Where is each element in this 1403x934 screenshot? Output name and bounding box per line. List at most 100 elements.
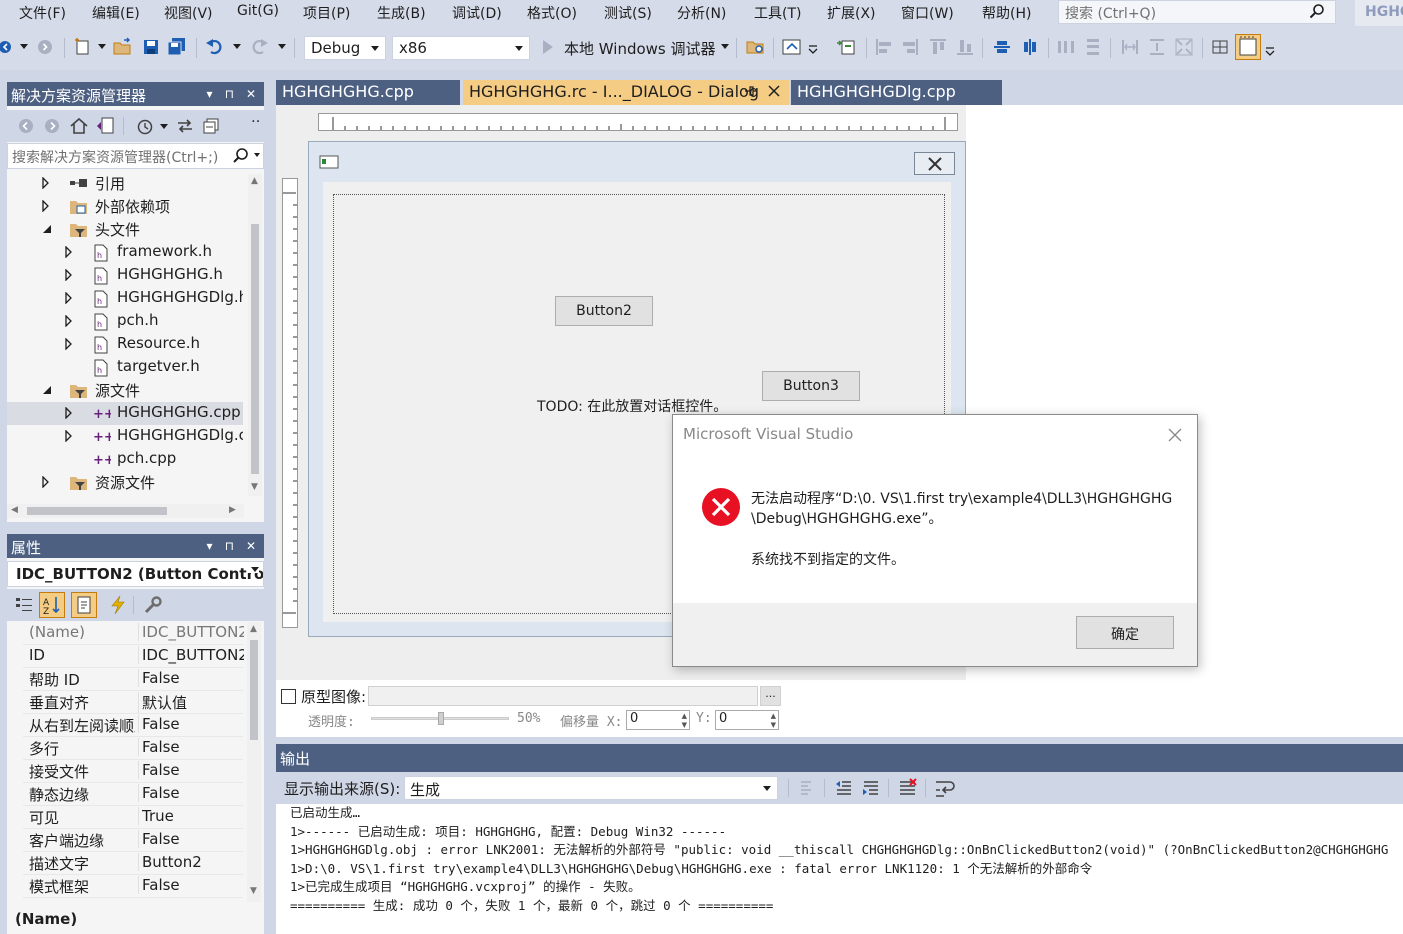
property-value[interactable]: Button2 — [138, 853, 244, 871]
property-value[interactable]: 默认值 — [138, 692, 244, 713]
search-input[interactable]: 搜索 (Ctrl+Q) — [1058, 0, 1336, 24]
horizontal-ruler[interactable] — [318, 113, 958, 131]
back-icon[interactable] — [17, 117, 35, 135]
property-row-accept-files[interactable]: 接受文件 False — [23, 760, 243, 783]
property-row-id[interactable]: ID IDC_BUTTON2 — [23, 645, 244, 668]
property-row-multiline[interactable]: 多行 False — [23, 737, 243, 760]
properties-object-select[interactable]: IDC_BUTTON2 (Button Control) — [7, 561, 264, 587]
align-top-icon[interactable] — [928, 37, 948, 57]
next-message-icon[interactable] — [861, 778, 881, 798]
property-row-static-edge[interactable]: 静态边缘 False — [23, 783, 243, 806]
tree-item-source-files[interactable]: 源文件 — [7, 379, 243, 402]
property-pages-icon[interactable] — [71, 592, 97, 618]
filter-dropdown-icon[interactable] — [160, 124, 168, 130]
tree-item-resource-h[interactable]: h Resource.h — [7, 333, 243, 356]
save-all-icon[interactable] — [167, 37, 187, 57]
vertical-scrollbar[interactable]: ▲ ▼ — [248, 174, 262, 496]
redo-dropdown-icon[interactable] — [278, 44, 286, 50]
property-value[interactable]: False — [138, 830, 244, 848]
property-row-visible[interactable]: 可见 True — [23, 806, 243, 829]
tab-dialog-resource[interactable]: HGHGHGHG.rc - I..._DIALOG - Dialog — [463, 80, 789, 105]
expand-arrow-icon[interactable] — [42, 177, 50, 189]
close-icon[interactable]: ✕ — [246, 87, 256, 101]
offset-x-input[interactable]: 0 ▲ ▼ — [626, 710, 690, 730]
platform-select[interactable]: x86 — [392, 36, 530, 60]
center-horizontal-icon[interactable] — [1020, 37, 1040, 57]
menu-view[interactable]: 视图(V) — [164, 3, 213, 23]
space-across-icon[interactable] — [1056, 37, 1076, 57]
scrollbar-thumb[interactable] — [250, 640, 258, 740]
property-row-client-edge[interactable]: 客户端边缘 False — [23, 829, 243, 852]
solution-search-input[interactable]: 搜索解决方案资源管理器(Ctrl+;) — [7, 143, 264, 169]
expand-arrow-icon[interactable] — [65, 338, 73, 350]
align-right-icon[interactable] — [900, 37, 920, 57]
expand-arrow-icon[interactable] — [65, 430, 73, 442]
categorized-icon[interactable] — [15, 596, 33, 614]
undo-icon[interactable] — [205, 37, 225, 57]
forward-icon[interactable] — [43, 117, 61, 135]
prototype-image-checkbox[interactable] — [281, 689, 296, 704]
scroll-down-icon[interactable]: ▼ — [250, 886, 257, 896]
prototype-image-path-input[interactable] — [368, 686, 758, 706]
tree-item-targetver-h[interactable]: h targetver.h — [7, 356, 243, 379]
menu-window[interactable]: 窗口(W) — [901, 3, 954, 23]
tree-item-pch-cpp[interactable]: ++ pch.cpp — [7, 448, 243, 471]
property-value[interactable]: False — [138, 715, 244, 733]
back-dropdown-icon[interactable] — [20, 44, 28, 50]
dialog-close-button[interactable] — [914, 152, 955, 175]
property-row-help-id[interactable]: 帮助 ID False — [23, 668, 243, 691]
browse-button[interactable]: ... — [760, 686, 781, 706]
home-icon[interactable] — [69, 116, 89, 136]
close-icon[interactable]: ✕ — [246, 539, 256, 553]
previous-message-icon[interactable] — [834, 778, 854, 798]
sync-icon[interactable] — [175, 116, 195, 136]
menu-project[interactable]: 项目(P) — [303, 3, 350, 23]
vertical-ruler[interactable] — [282, 178, 298, 628]
expand-arrow-icon[interactable] — [42, 200, 50, 212]
menu-help[interactable]: 帮助(H) — [982, 3, 1031, 23]
tree-item-hghghghgdlg-h[interactable]: h HGHGHGHGDlg.h — [7, 287, 243, 310]
menu-analyze[interactable]: 分析(N) — [677, 3, 726, 23]
menu-file[interactable]: 文件(F) — [19, 3, 66, 23]
toolbar-overflow-icon[interactable] — [1265, 46, 1275, 56]
scrollbar-thumb[interactable] — [27, 507, 167, 515]
word-wrap-icon[interactable] — [934, 778, 956, 798]
open-folder-icon[interactable] — [112, 37, 134, 57]
tab-hghghghgdlg-cpp[interactable]: HGHGHGHGDlg.cpp — [791, 80, 1002, 105]
property-row-vertical-align[interactable]: 垂直对齐 默认值 — [23, 691, 243, 714]
make-same-size-icon[interactable] — [1174, 37, 1194, 57]
menu-format[interactable]: 格式(O) — [527, 3, 577, 23]
forward-icon[interactable] — [36, 37, 54, 57]
tree-item-references[interactable]: 引用 — [7, 172, 243, 195]
offset-y-input[interactable]: 0 ▲ ▼ — [715, 710, 779, 730]
tree-item-framework-h[interactable]: h framework.h — [7, 241, 243, 264]
menu-edit[interactable]: 编辑(E) — [92, 3, 140, 23]
property-value[interactable]: True — [138, 807, 244, 825]
property-row-modal-frame[interactable]: 模式框架 False — [23, 875, 243, 898]
collapse-arrow-icon[interactable] — [42, 223, 52, 235]
find-message-in-code-icon[interactable] — [798, 778, 818, 798]
tab-order-icon[interactable] — [836, 37, 856, 57]
tree-item-resource-files[interactable]: 资源文件 — [7, 471, 243, 494]
todo-static-text[interactable]: TODO: 在此放置对话框控件。 — [537, 396, 727, 416]
menu-build[interactable]: 生成(B) — [377, 3, 426, 23]
horizontal-scrollbar[interactable]: ◀ ▶ — [7, 504, 244, 518]
undo-dropdown-icon[interactable] — [233, 44, 241, 50]
scroll-up-icon[interactable]: ▲ — [251, 176, 258, 186]
expand-arrow-icon[interactable] — [65, 269, 73, 281]
scroll-up-icon[interactable]: ▲ — [250, 624, 257, 634]
ruler-guides-icon[interactable] — [1235, 34, 1261, 60]
make-same-height-icon[interactable] — [1147, 37, 1167, 57]
align-bottom-icon[interactable] — [955, 37, 975, 57]
pin-icon[interactable] — [743, 84, 757, 98]
expand-arrow-icon[interactable] — [65, 246, 73, 258]
tree-item-hghghghg-h[interactable]: h HGHGHGHG.h — [7, 264, 243, 287]
switch-views-icon[interactable] — [95, 116, 115, 136]
spin-up-icon[interactable]: ▲ — [682, 712, 687, 720]
scroll-right-icon[interactable]: ▶ — [229, 505, 236, 515]
start-debugging-button[interactable]: 本地 Windows 调试器 — [564, 38, 716, 59]
expand-arrow-icon[interactable] — [65, 292, 73, 304]
opacity-slider-thumb[interactable] — [438, 712, 444, 725]
new-dropdown-icon[interactable] — [98, 44, 106, 50]
center-vertical-icon[interactable] — [992, 37, 1012, 57]
